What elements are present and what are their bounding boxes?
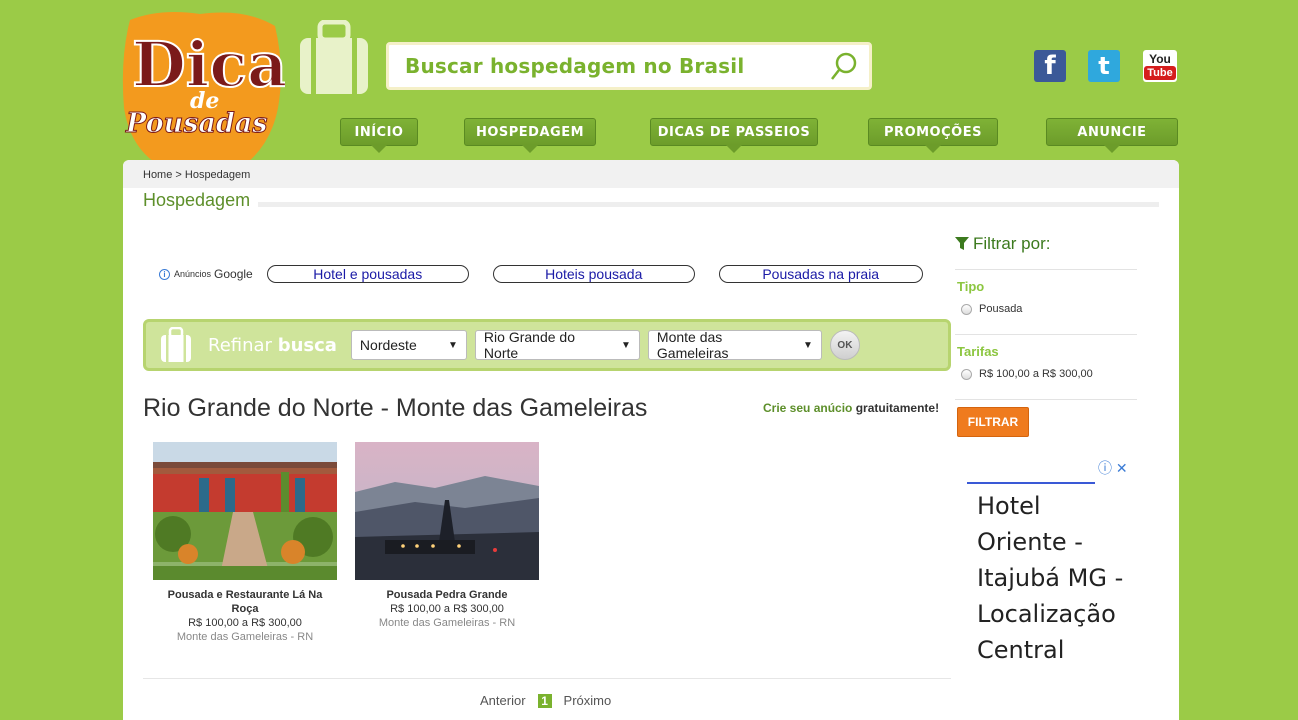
ad-controls-icon[interactable]: ⓘ ✕ bbox=[1098, 458, 1128, 478]
funnel-icon bbox=[955, 237, 969, 250]
site-logo[interactable]: Dicas de Pousadas bbox=[120, 8, 285, 176]
suitcase-icon bbox=[300, 20, 368, 94]
logo-text-pousadas: Pousadas bbox=[125, 108, 268, 139]
refine-label-bold: busca bbox=[277, 334, 337, 356]
filter-heading: Filtrar por: bbox=[955, 234, 1050, 254]
create-ad-link[interactable]: Crie seu anúcio bbox=[763, 401, 852, 415]
refine-search-bar: Refinar busca Nordeste ▼ Rio Grande do No… bbox=[143, 319, 951, 371]
suitcase-icon bbox=[161, 327, 191, 362]
search-icon[interactable] bbox=[829, 51, 859, 83]
page-title: Hospedagem bbox=[143, 190, 259, 211]
info-icon[interactable]: i bbox=[159, 268, 170, 280]
filter-heading-text: Filtrar por: bbox=[973, 234, 1051, 253]
pager-next[interactable]: Próximo bbox=[564, 693, 612, 708]
pager-divider bbox=[143, 678, 951, 679]
listing-price: R$ 100,00 a R$ 300,00 bbox=[188, 617, 302, 629]
side-ad-text[interactable]: Hotel Oriente - Itajubá MG - Localização… bbox=[977, 488, 1137, 668]
breadcrumb-bar: Home > Hospedagem bbox=[123, 160, 1179, 188]
facebook-glyph: f bbox=[1044, 51, 1056, 81]
refine-label: Refinar busca bbox=[208, 335, 337, 356]
refine-label-light: Refinar bbox=[208, 334, 272, 356]
region-select[interactable]: Nordeste ▼ bbox=[350, 330, 467, 360]
ads-label[interactable]: i Anúncios Google bbox=[159, 267, 253, 281]
filter-divider bbox=[955, 399, 1137, 400]
pager-prev[interactable]: Anterior bbox=[480, 693, 526, 708]
listing-location: Monte das Gameleiras - RN bbox=[176, 631, 314, 643]
state-select-value: Rio Grande do Norte bbox=[483, 329, 575, 361]
youtube-icon[interactable]: You Tube bbox=[1143, 50, 1177, 82]
listing-photo[interactable] bbox=[153, 442, 337, 580]
breadcrumb[interactable]: Home > Hospedagem bbox=[143, 169, 250, 181]
listing-name[interactable]: Pousada Pedra Grande bbox=[355, 588, 539, 602]
ad-link-pousadas-na-praia[interactable]: Pousadas na praia bbox=[718, 265, 923, 283]
listing-card[interactable]: Pousada e Restaurante Lá Na Roça R$ 100,… bbox=[153, 442, 337, 644]
youtube-you: You bbox=[1149, 52, 1171, 66]
content-panel: Home > Hospedagem Hospedagem i Anúncios … bbox=[123, 160, 1179, 720]
filter-tipo-pousada[interactable]: Pousada bbox=[961, 303, 1022, 315]
youtube-tube: Tube bbox=[1144, 66, 1176, 80]
nav-anuncie[interactable]: ANUNCIE bbox=[1046, 118, 1178, 153]
filter-tipo-label: Tipo bbox=[957, 279, 985, 294]
radio-button[interactable] bbox=[961, 303, 972, 315]
region-select-value: Nordeste bbox=[359, 337, 417, 353]
ok-button[interactable]: OK bbox=[829, 330, 860, 360]
create-ad-rest: gratuitamente! bbox=[855, 401, 940, 415]
twitter-icon[interactable]: t bbox=[1088, 50, 1120, 82]
ad-link-hoteis-pousada[interactable]: Hoteis pousada bbox=[492, 265, 695, 283]
radio-button[interactable] bbox=[961, 368, 972, 380]
ad-link-hotel-e-pousadas[interactable]: Hotel e pousadas bbox=[266, 265, 469, 283]
ads-label-google: Google bbox=[214, 267, 253, 281]
listing-photo[interactable] bbox=[355, 442, 539, 580]
facebook-icon[interactable]: f bbox=[1034, 50, 1066, 82]
search-box[interactable]: Buscar hospedagem no Brasil bbox=[386, 42, 872, 90]
twitter-glyph: t bbox=[1098, 52, 1110, 80]
filter-divider bbox=[955, 334, 1137, 335]
google-ads-row: i Anúncios Google Hotel e pousadas Hotei… bbox=[159, 264, 947, 284]
filter-button[interactable]: FILTRAR bbox=[957, 407, 1029, 437]
listing-price: R$ 100,00 a R$ 300,00 bbox=[390, 603, 504, 615]
title-divider bbox=[143, 202, 1159, 207]
filter-divider bbox=[955, 269, 1137, 270]
create-ad-text: Crie seu anúcio gratuitamente! bbox=[763, 401, 939, 415]
listing-name[interactable]: Pousada e Restaurante Lá Na Roça bbox=[153, 588, 337, 616]
dropdown-arrow-icon: ▼ bbox=[621, 339, 631, 351]
nav-inicio[interactable]: INÍCIO bbox=[340, 118, 418, 153]
nav-dicas-de-passeios[interactable]: DICAS DE PASSEIOS bbox=[650, 118, 818, 153]
listing-card[interactable]: Pousada Pedra Grande R$ 100,00 a R$ 300,… bbox=[355, 442, 539, 630]
city-select[interactable]: Monte das Gameleiras ▼ bbox=[647, 329, 822, 361]
filter-tipo-option: Pousada bbox=[979, 303, 1023, 315]
listing-location: Monte das Gameleiras - RN bbox=[378, 617, 516, 629]
city-select-value: Monte das Gameleiras bbox=[656, 329, 729, 361]
nav-hospedagem[interactable]: HOSPEDAGEM bbox=[464, 118, 596, 153]
dropdown-arrow-icon: ▼ bbox=[803, 339, 813, 351]
dropdown-arrow-icon: ▼ bbox=[448, 339, 458, 351]
state-select[interactable]: Rio Grande do Norte ▼ bbox=[474, 329, 640, 361]
pager-current[interactable]: 1 bbox=[537, 693, 552, 708]
filter-tarifas-label: Tarifas bbox=[957, 344, 999, 359]
search-input[interactable]: Buscar hospedagem no Brasil bbox=[405, 54, 744, 78]
filter-tarifas-range[interactable]: R$ 100,00 a R$ 300,00 bbox=[961, 368, 1093, 380]
pagination: Anterior 1 Próximo bbox=[480, 693, 611, 708]
nav-promocoes[interactable]: PROMOÇÕES bbox=[868, 118, 998, 153]
ads-label-small: Anúncios bbox=[174, 269, 212, 279]
results-title: Rio Grande do Norte - Monte das Gameleir… bbox=[143, 394, 648, 422]
filter-tarifas-option: R$ 100,00 a R$ 300,00 bbox=[979, 368, 1093, 380]
ad-top-line bbox=[967, 482, 1095, 484]
